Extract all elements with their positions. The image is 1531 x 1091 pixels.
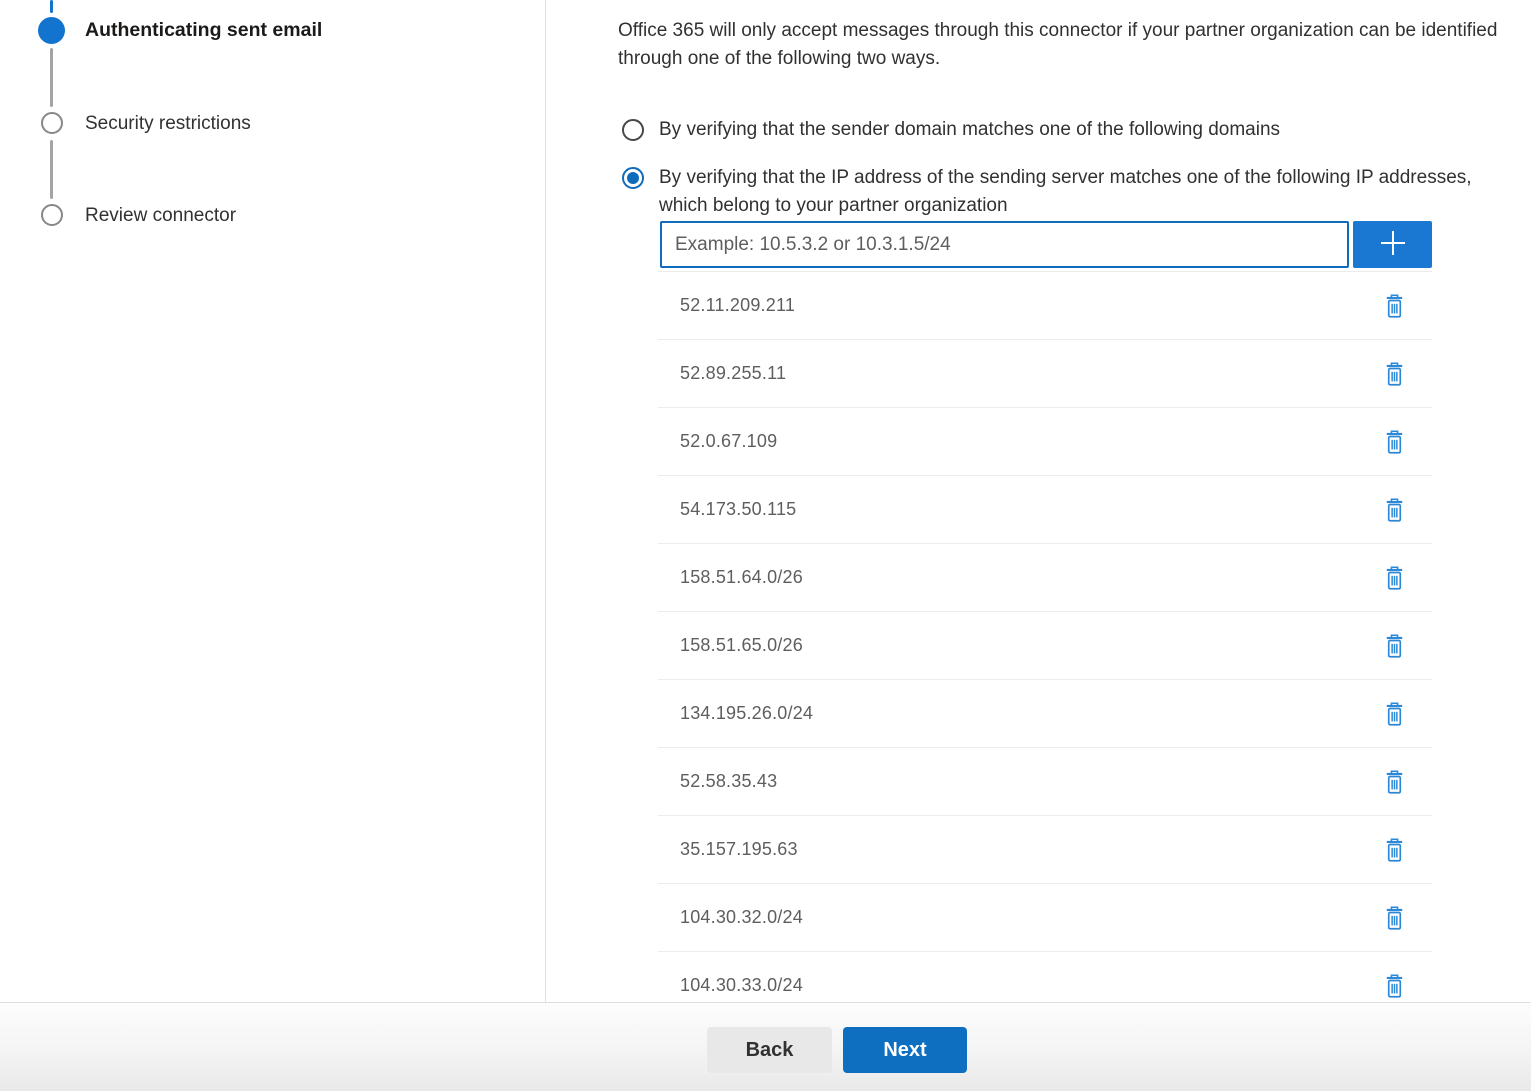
trash-icon — [1384, 443, 1405, 458]
ip-address: 52.11.209.211 — [680, 295, 795, 316]
next-button[interactable]: Next — [843, 1027, 967, 1073]
ip-address: 54.173.50.115 — [680, 499, 796, 520]
delete-ip-button[interactable] — [1382, 971, 1407, 1001]
add-ip-button[interactable] — [1353, 221, 1432, 268]
radio-option-label: By verifying that the sender domain matc… — [659, 116, 1481, 144]
sidebar-content-divider — [545, 0, 546, 1002]
ip-address: 52.0.67.109 — [680, 431, 777, 452]
radio-option-ip-address[interactable]: By verifying that the IP address of the … — [622, 167, 1481, 220]
ip-row: 134.195.26.0/24 — [658, 680, 1432, 748]
delete-ip-button[interactable] — [1382, 427, 1407, 457]
delete-ip-button[interactable] — [1382, 495, 1407, 525]
ip-row: 158.51.64.0/26 — [658, 544, 1432, 612]
delete-ip-button[interactable] — [1382, 359, 1407, 389]
ip-row: 104.30.32.0/24 — [658, 884, 1432, 952]
trash-icon — [1384, 783, 1405, 798]
step-security-restrictions: Security restrictions — [85, 113, 251, 135]
ip-list: 52.11.209.211 52.89.255.11 — [658, 271, 1432, 1020]
delete-ip-button[interactable] — [1382, 631, 1407, 661]
wizard-footer: Back Next — [0, 1002, 1531, 1091]
delete-ip-button[interactable] — [1382, 767, 1407, 797]
delete-ip-button[interactable] — [1382, 699, 1407, 729]
ip-input-row — [660, 221, 1432, 268]
trash-icon — [1384, 919, 1405, 934]
radio-unselected-icon[interactable] — [622, 119, 644, 141]
ip-row: 35.157.195.63 — [658, 816, 1432, 884]
step-connector — [50, 140, 53, 199]
trash-icon — [1384, 647, 1405, 662]
ip-row: 52.58.35.43 — [658, 748, 1432, 816]
ip-row: 52.89.255.11 — [658, 340, 1432, 408]
step-connector-completed — [50, 0, 53, 13]
ip-address: 134.195.26.0/24 — [680, 703, 813, 724]
step-authenticating-sent-email: Authenticating sent email — [85, 19, 322, 42]
step-active-dot-icon — [38, 17, 65, 44]
radio-option-sender-domain[interactable]: By verifying that the sender domain matc… — [622, 119, 1481, 144]
trash-icon — [1384, 851, 1405, 866]
step-pending-dot-icon — [41, 112, 63, 134]
step-pending-dot-icon — [41, 204, 63, 226]
ip-address: 104.30.33.0/24 — [680, 975, 803, 996]
ip-address: 52.58.35.43 — [680, 771, 777, 792]
ip-address: 158.51.64.0/26 — [680, 567, 803, 588]
ip-address: 35.157.195.63 — [680, 839, 798, 860]
ip-address: 158.51.65.0/26 — [680, 635, 803, 656]
plus-icon — [1376, 226, 1410, 263]
ip-row: 158.51.65.0/26 — [658, 612, 1432, 680]
step-review-connector: Review connector — [85, 205, 236, 227]
ip-row: 52.11.209.211 — [658, 272, 1432, 340]
trash-icon — [1384, 987, 1405, 1002]
ip-row: 54.173.50.115 — [658, 476, 1432, 544]
intro-text: Office 365 will only accept messages thr… — [618, 17, 1530, 73]
radio-option-label: By verifying that the IP address of the … — [659, 164, 1481, 220]
trash-icon — [1384, 511, 1405, 526]
ip-row: 52.0.67.109 — [658, 408, 1432, 476]
back-button[interactable]: Back — [707, 1027, 832, 1073]
delete-ip-button[interactable] — [1382, 563, 1407, 593]
delete-ip-button[interactable] — [1382, 291, 1407, 321]
delete-ip-button[interactable] — [1382, 835, 1407, 865]
ip-address: 52.89.255.11 — [680, 363, 786, 384]
trash-icon — [1384, 715, 1405, 730]
ip-address-input[interactable] — [660, 221, 1349, 268]
connector-wizard-screen: Authenticating sent email Security restr… — [0, 0, 1531, 1091]
delete-ip-button[interactable] — [1382, 903, 1407, 933]
ip-address: 104.30.32.0/24 — [680, 907, 803, 928]
radio-selected-icon[interactable] — [622, 167, 644, 189]
trash-icon — [1384, 375, 1405, 390]
trash-icon — [1384, 307, 1405, 322]
step-connector — [50, 48, 53, 107]
trash-icon — [1384, 579, 1405, 594]
